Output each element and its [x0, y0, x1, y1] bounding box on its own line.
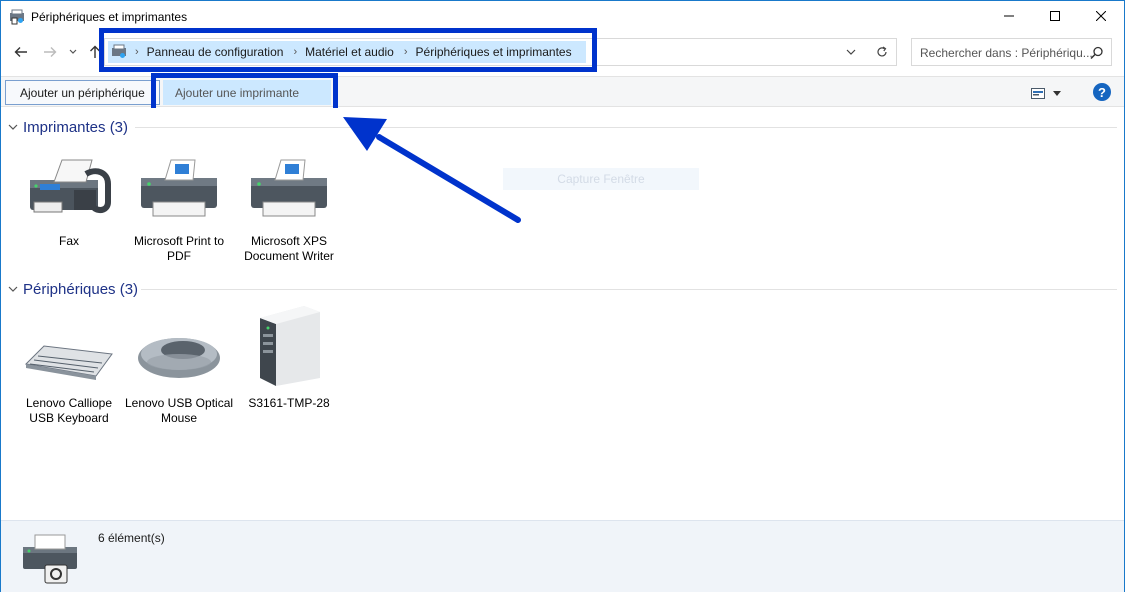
- search-icon: [1090, 46, 1103, 60]
- device-label: S3161-TMP-28: [248, 396, 330, 410]
- devices-content-area: Imprimantes (3) Fax Microsoft Print to P…: [1, 108, 1124, 520]
- breadcrumb-item-control-panel[interactable]: Panneau de configuration: [147, 45, 284, 59]
- breadcrumb-item-hardware-audio[interactable]: Matériel et audio: [305, 45, 394, 59]
- recent-locations-button[interactable]: [65, 42, 81, 62]
- device-item-mouse[interactable]: Lenovo USB Optical Mouse: [124, 312, 234, 426]
- chevron-down-icon: [1053, 90, 1061, 96]
- navigation-bar: › Panneau de configuration › Matériel et…: [1, 28, 1124, 72]
- group-header-printers[interactable]: Imprimantes (3): [7, 116, 128, 138]
- explorer-window: Périphériques et imprimantes › Panneau d…: [0, 0, 1125, 592]
- add-device-button[interactable]: Ajouter un périphérique: [5, 80, 160, 105]
- refresh-icon: [876, 46, 887, 57]
- item-count: 6 élément(s): [98, 531, 165, 545]
- computer-tower-icon: [260, 306, 320, 386]
- chevron-right-icon: ›: [293, 46, 298, 58]
- details-pane: 6 élément(s): [1, 520, 1124, 592]
- address-history-button[interactable]: [839, 42, 863, 62]
- device-item-print-to-pdf[interactable]: Microsoft Print to PDF: [124, 150, 234, 264]
- control-panel-icon: [112, 44, 126, 58]
- device-item-computer[interactable]: S3161-TMP-28: [234, 306, 344, 411]
- device-item-xps-writer[interactable]: Microsoft XPS Document Writer: [234, 150, 344, 264]
- group-title-printers: Imprimantes (3): [23, 118, 129, 136]
- device-label: Microsoft XPS Document Writer: [244, 234, 334, 263]
- arrow-right-icon: [44, 47, 57, 57]
- chevron-down-icon: [69, 49, 77, 54]
- view-options-icon: [1031, 87, 1045, 99]
- group-header-devices[interactable]: Périphériques (3): [7, 278, 138, 300]
- chevron-down-icon: [8, 124, 18, 130]
- command-bar: Ajouter un périphérique Ajouter une impr…: [1, 76, 1124, 107]
- printer-icon: [141, 159, 217, 217]
- title-bar: Périphériques et imprimantes: [1, 1, 1124, 32]
- group-divider: [135, 127, 1117, 128]
- refresh-button[interactable]: [867, 38, 897, 66]
- close-button[interactable]: [1078, 1, 1124, 31]
- arrow-left-icon: [14, 47, 27, 57]
- watermark-text: Capture Fenêtre: [503, 168, 699, 190]
- search-box[interactable]: Rechercher dans : Périphériqu...: [911, 38, 1112, 66]
- search-input[interactable]: Rechercher dans : Périphériqu...: [920, 46, 1093, 60]
- keyboard-icon: [24, 345, 113, 380]
- arrow-up-icon: [90, 45, 100, 58]
- devices-printers-icon: [10, 9, 24, 25]
- window-title: Périphériques et imprimantes: [31, 10, 188, 24]
- device-item-keyboard[interactable]: Lenovo Calliope USB Keyboard: [14, 312, 124, 426]
- device-label: Lenovo USB Optical Mouse: [124, 396, 234, 425]
- breadcrumb-item-devices-printers[interactable]: Périphériques et imprimantes: [416, 45, 572, 59]
- group-title-devices: Périphériques (3): [23, 280, 139, 298]
- device-label: Fax: [58, 234, 79, 248]
- group-divider: [141, 289, 1117, 290]
- printer-icon: [251, 159, 327, 217]
- change-view-button[interactable]: [1031, 85, 1065, 101]
- help-icon[interactable]: ?: [1093, 83, 1111, 101]
- add-printer-button[interactable]: Ajouter une imprimante: [163, 80, 331, 105]
- close-icon: [1096, 11, 1106, 21]
- chevron-down-icon: [846, 49, 856, 55]
- back-button[interactable]: [11, 42, 31, 62]
- maximize-icon: [1050, 11, 1060, 21]
- chevron-right-icon: ›: [403, 46, 408, 58]
- breadcrumb: › Panneau de configuration › Matériel et…: [108, 41, 586, 63]
- device-label: Lenovo Calliope USB Keyboard: [25, 396, 113, 425]
- device-label: Microsoft Print to PDF: [133, 234, 225, 263]
- up-button[interactable]: [85, 42, 105, 62]
- minimize-icon: [1004, 15, 1014, 17]
- maximize-button[interactable]: [1032, 1, 1078, 31]
- mouse-icon: [138, 338, 220, 378]
- chevron-down-icon: [8, 286, 18, 292]
- devices-printers-icon: [23, 534, 77, 584]
- forward-button[interactable]: [40, 42, 60, 62]
- device-item-fax[interactable]: Fax: [14, 150, 124, 249]
- fax-icon: [30, 159, 111, 213]
- minimize-button[interactable]: [986, 1, 1032, 31]
- chevron-right-icon: ›: [135, 46, 139, 58]
